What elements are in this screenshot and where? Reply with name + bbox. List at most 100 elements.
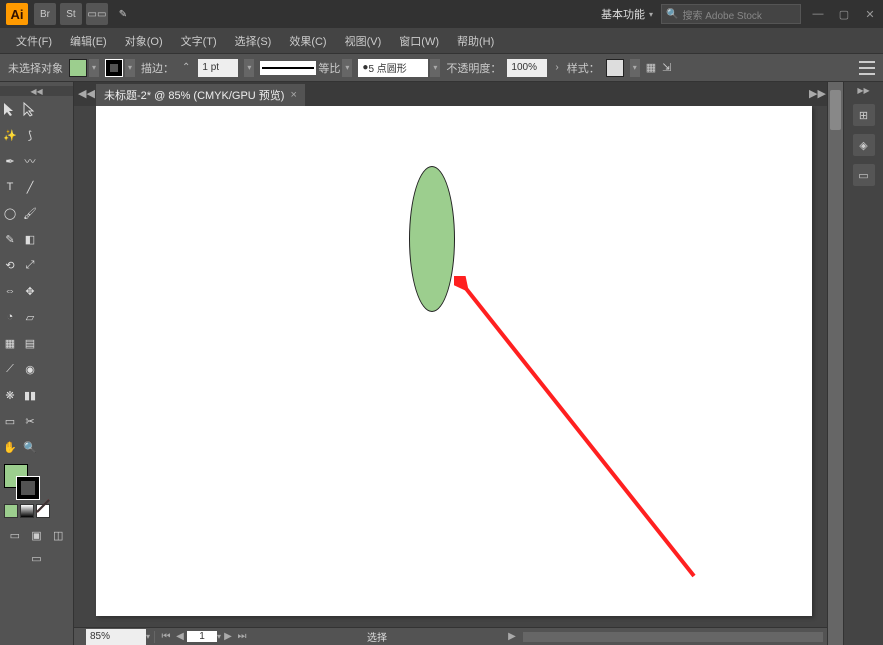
arrange-icon[interactable]: ▭▭ bbox=[86, 3, 108, 25]
blend-tool[interactable]: ◉ bbox=[20, 356, 40, 382]
menu-file[interactable]: 文件(F) bbox=[8, 31, 60, 51]
close-tab-icon[interactable]: × bbox=[290, 89, 296, 101]
direct-selection-tool[interactable] bbox=[20, 96, 40, 122]
selection-tool[interactable] bbox=[0, 96, 20, 122]
vertical-scrollbar[interactable] bbox=[827, 82, 843, 645]
symbol-sprayer-tool[interactable]: ❋ bbox=[0, 382, 20, 408]
stroke-color-box[interactable] bbox=[16, 476, 40, 500]
scrollbar-thumb[interactable] bbox=[830, 90, 841, 130]
stroke-profile-dropdown[interactable]: ▾ bbox=[342, 59, 352, 77]
fill-dropdown[interactable]: ▾ bbox=[89, 59, 99, 77]
gpu-icon[interactable]: ✎ bbox=[112, 3, 134, 25]
draw-behind-icon[interactable]: ▣ bbox=[26, 524, 48, 546]
fill-swatch[interactable] bbox=[69, 59, 87, 77]
stroke-label: 描边： bbox=[141, 60, 174, 76]
screen-mode-icon[interactable]: ▭ bbox=[4, 552, 69, 565]
eraser-tool[interactable]: ◧ bbox=[20, 226, 40, 252]
menu-object[interactable]: 对象(O) bbox=[117, 31, 171, 51]
stroke-dropdown[interactable]: ▾ bbox=[125, 59, 135, 77]
nav-first[interactable]: ⏮ bbox=[159, 631, 173, 642]
tools-collapse[interactable]: ◀◀ bbox=[0, 86, 73, 96]
document-tab[interactable]: 未标题-2* @ 85% (CMYK/GPU 预览) × bbox=[96, 84, 305, 106]
libraries-panel-icon[interactable]: ▭ bbox=[853, 164, 875, 186]
menu-edit[interactable]: 编辑(E) bbox=[62, 31, 115, 51]
gradient-tool[interactable]: ▤ bbox=[20, 330, 40, 356]
page-number-input[interactable]: 1 bbox=[187, 631, 217, 642]
search-stock-input[interactable]: 🔍 搜索 Adobe Stock bbox=[661, 4, 801, 24]
nav-last[interactable]: ⏭ bbox=[235, 631, 249, 642]
ellipse-tool[interactable]: ◯ bbox=[0, 200, 20, 226]
brush-input[interactable]: ● 5 点圆形 bbox=[358, 59, 428, 77]
transform-icon[interactable]: ⇲ bbox=[662, 61, 671, 74]
expand-right-icon[interactable]: ▶▶ bbox=[809, 87, 823, 101]
shaper-tool[interactable]: ✎ bbox=[0, 226, 20, 252]
maximize-button[interactable]: ▢ bbox=[837, 7, 851, 21]
stroke-width-dropdown[interactable]: ▾ bbox=[244, 59, 254, 77]
opacity-more[interactable]: › bbox=[553, 62, 560, 73]
minimize-button[interactable]: — bbox=[811, 7, 825, 21]
scale-tool[interactable]: ⤢ bbox=[20, 252, 40, 278]
nav-prev[interactable]: ◀ bbox=[173, 631, 187, 642]
style-swatch[interactable] bbox=[606, 59, 624, 77]
mesh-tool[interactable]: ▦ bbox=[0, 330, 20, 356]
menu-effect[interactable]: 效果(C) bbox=[281, 31, 334, 51]
nav-next[interactable]: ▶ bbox=[221, 631, 235, 642]
eyedropper-tool[interactable]: ⟋ bbox=[0, 356, 20, 382]
workspace-dropdown[interactable]: 基本功能 ▾ bbox=[601, 6, 653, 22]
stroke-decrement[interactable]: ⌃ bbox=[180, 62, 192, 73]
menu-help[interactable]: 帮助(H) bbox=[449, 31, 502, 51]
status-mode: 选择 bbox=[249, 629, 505, 644]
shape-builder-tool[interactable]: ◔ bbox=[0, 304, 20, 330]
draw-inside-icon[interactable]: ◫ bbox=[47, 524, 69, 546]
horizontal-scrollbar[interactable] bbox=[523, 632, 823, 642]
menu-type[interactable]: 文字(T) bbox=[173, 31, 225, 51]
properties-panel-icon[interactable]: ⊞ bbox=[853, 104, 875, 126]
menu-bar: 文件(F) 编辑(E) 对象(O) 文字(T) 选择(S) 效果(C) 视图(V… bbox=[0, 28, 883, 54]
lasso-tool[interactable]: ⟆ bbox=[20, 122, 40, 148]
expand-left-icon[interactable]: ◀◀ bbox=[78, 87, 92, 101]
line-tool[interactable]: ╱ bbox=[20, 174, 40, 200]
stroke-width-input[interactable]: 1 pt bbox=[198, 59, 238, 77]
zoom-tool[interactable]: 🔍 bbox=[20, 434, 40, 460]
menu-select[interactable]: 选择(S) bbox=[227, 31, 280, 51]
perspective-tool[interactable]: ▱ bbox=[20, 304, 40, 330]
rotate-tool[interactable]: ⟲ bbox=[0, 252, 20, 278]
color-mode-icon[interactable] bbox=[4, 504, 18, 518]
align-icon[interactable]: ▦ bbox=[646, 61, 656, 74]
brush-dropdown[interactable]: ▾ bbox=[430, 59, 440, 77]
magic-wand-tool[interactable]: ✨ bbox=[0, 122, 20, 148]
layers-panel-icon[interactable]: ◈ bbox=[853, 134, 875, 156]
search-placeholder: 搜索 Adobe Stock bbox=[682, 7, 761, 22]
stock-icon[interactable]: St bbox=[60, 3, 82, 25]
green-ellipse-shape[interactable] bbox=[409, 166, 455, 312]
width-tool[interactable]: ⇔ bbox=[0, 278, 20, 304]
hscroll-right[interactable]: ▶ bbox=[505, 631, 519, 642]
gradient-mode-icon[interactable] bbox=[20, 504, 34, 518]
canvas-viewport[interactable] bbox=[74, 106, 827, 627]
pen-tool[interactable]: ✒ bbox=[0, 148, 20, 174]
hand-tool[interactable]: ✋ bbox=[0, 434, 20, 460]
graph-tool[interactable]: ▮▮ bbox=[20, 382, 40, 408]
zoom-input[interactable]: 85% bbox=[86, 629, 146, 645]
brush-tool[interactable]: 🖌 bbox=[20, 200, 40, 226]
status-bar: 85% ▾ ⏮ ◀ 1 ▾ ▶ ⏭ 选择 ▶ bbox=[74, 627, 827, 645]
zoom-dropdown[interactable]: ▾ bbox=[146, 632, 150, 641]
bridge-icon[interactable]: Br bbox=[34, 3, 56, 25]
curvature-tool[interactable]: 〰 bbox=[20, 148, 40, 174]
free-transform-tool[interactable]: ✥ bbox=[20, 278, 40, 304]
artboard-tool[interactable]: ▭ bbox=[0, 408, 20, 434]
right-collapse[interactable]: ▶▶ bbox=[844, 86, 883, 96]
menu-view[interactable]: 视图(V) bbox=[337, 31, 390, 51]
opacity-input[interactable]: 100% bbox=[507, 59, 547, 77]
fill-stroke-control[interactable] bbox=[4, 464, 40, 500]
style-dropdown[interactable]: ▾ bbox=[630, 59, 640, 77]
draw-normal-icon[interactable]: ▭ bbox=[4, 524, 26, 546]
stroke-swatch[interactable] bbox=[105, 59, 123, 77]
menu-window[interactable]: 窗口(W) bbox=[391, 31, 447, 51]
close-button[interactable]: ✕ bbox=[863, 7, 877, 21]
panel-menu-icon[interactable] bbox=[859, 61, 875, 75]
stroke-preview[interactable] bbox=[260, 61, 316, 75]
slice-tool[interactable]: ✂ bbox=[20, 408, 40, 434]
type-tool[interactable]: T bbox=[0, 174, 20, 200]
none-mode-icon[interactable] bbox=[36, 504, 50, 518]
